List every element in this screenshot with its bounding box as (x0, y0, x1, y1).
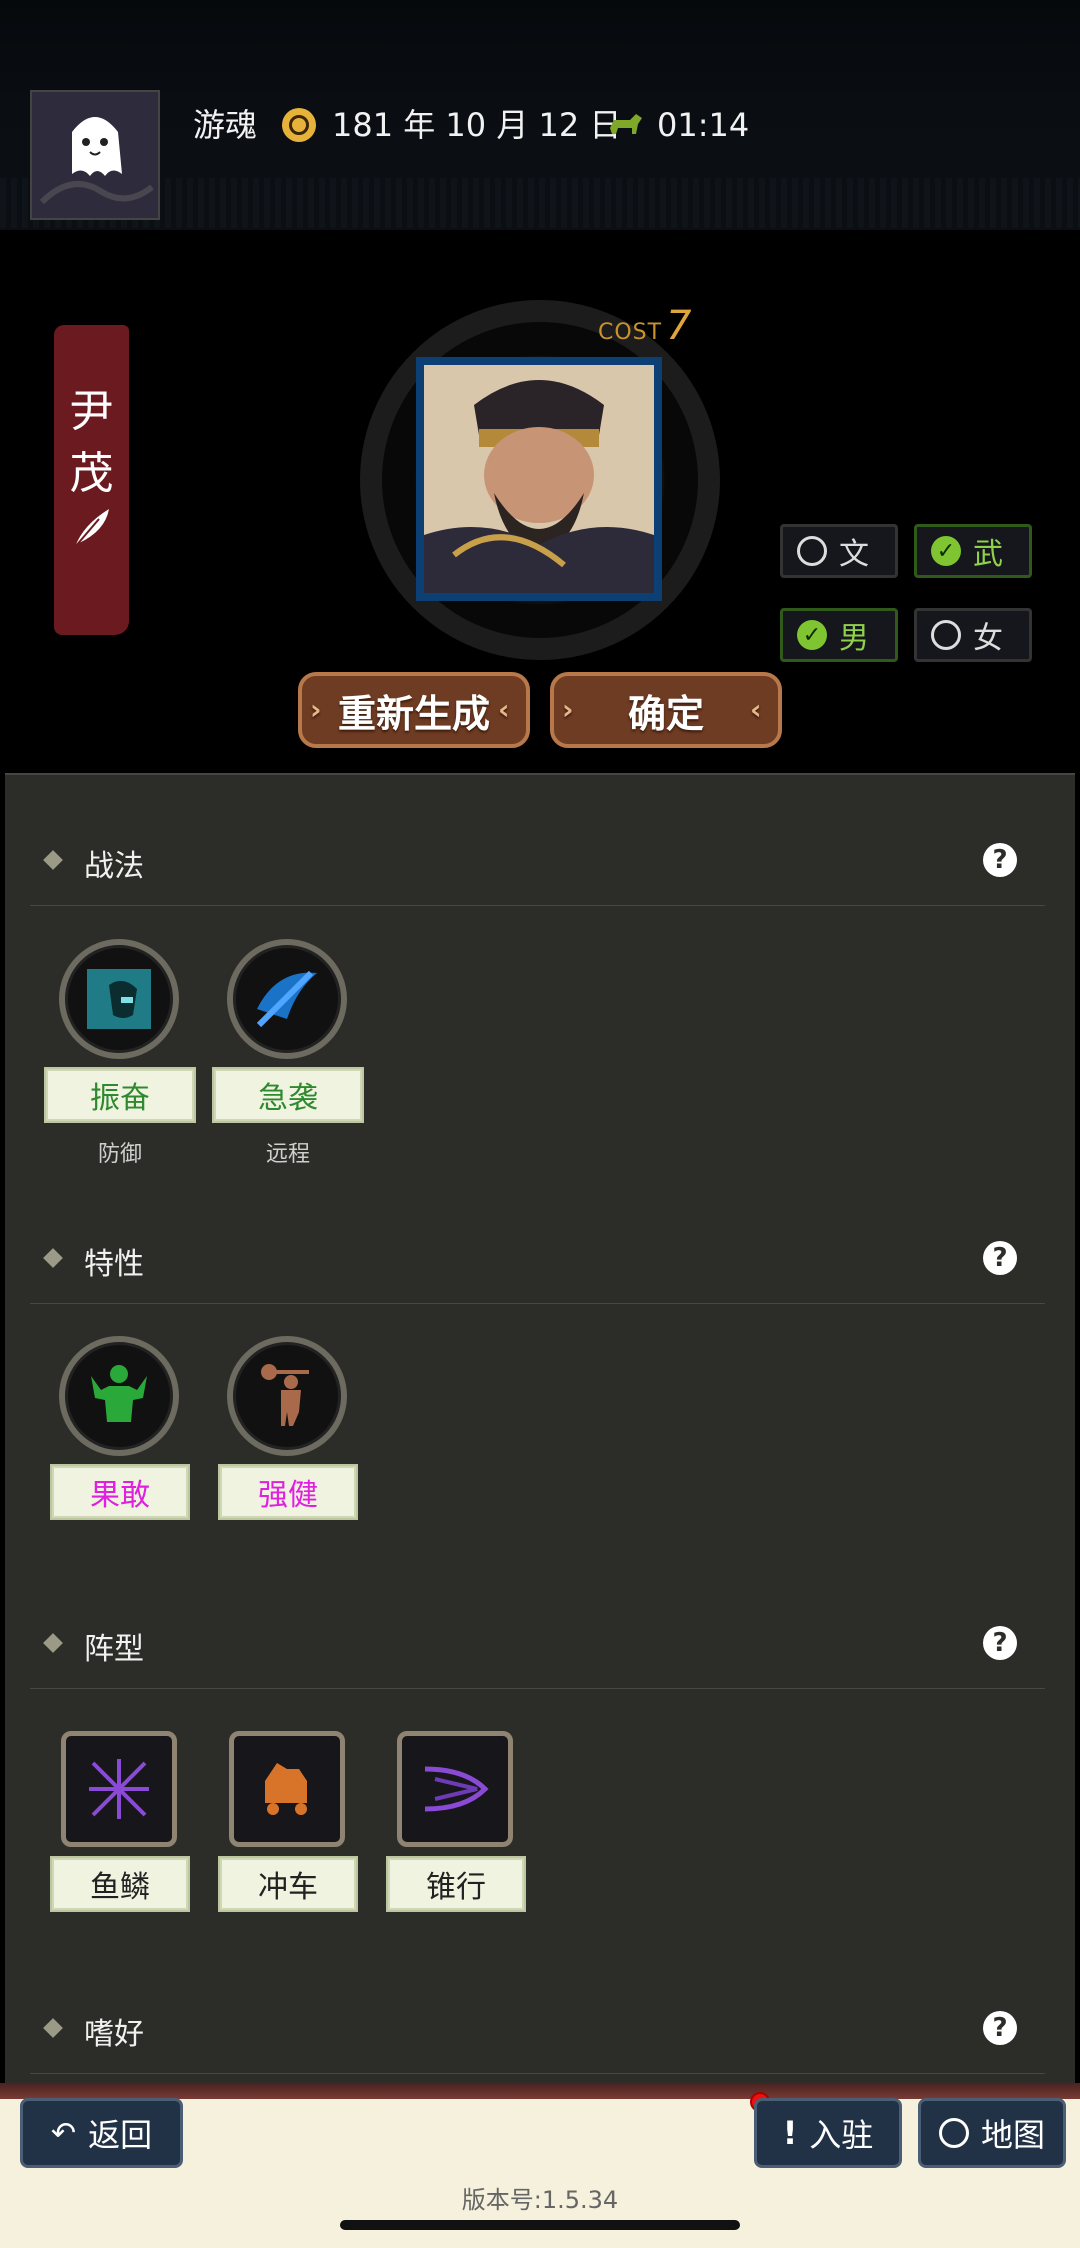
home-indicator[interactable] (340, 2220, 740, 2230)
back-label: 返回 (88, 2116, 153, 2154)
toggle-military-label: 武 (973, 537, 1003, 572)
player-avatar[interactable] (30, 90, 160, 220)
trait-label-qiangjian[interactable]: 强健 (218, 1464, 358, 1520)
formation-label-zhuixing[interactable]: 锥行 (386, 1856, 526, 1912)
character-name-banner: 尹 茂 (54, 325, 129, 635)
back-button[interactable]: ↶ 返回 (20, 2098, 183, 2168)
radio-checked-icon (797, 620, 827, 650)
section-header-tactics: 战法 ? (30, 815, 1045, 906)
undo-arrow-icon: ↶ (50, 2115, 77, 2151)
diamond-bullet-icon (43, 1248, 63, 1268)
date-text: 181 年 10 月 12 日 (332, 106, 622, 144)
radio-checked-icon (931, 536, 961, 566)
section-header-hobbies: 嗜好 ? (30, 1983, 1045, 2074)
fish-scale-formation-icon (89, 1759, 149, 1819)
general-portrait-illustration (424, 365, 654, 593)
section-title: 特性 (84, 1247, 144, 1282)
toggle-civil-label: 文 (839, 537, 869, 572)
formation-icon-chongche[interactable] (229, 1731, 345, 1847)
bottom-bar-trim (0, 2083, 1080, 2099)
exclamation-icon: ! (782, 2114, 798, 2152)
header-border-texture (0, 178, 1080, 228)
help-icon[interactable]: ? (983, 2011, 1017, 2045)
weightlifter-icon (261, 1364, 309, 1426)
chevron-right-icon: › (310, 693, 322, 726)
toggle-military[interactable]: 武 (914, 524, 1032, 578)
chevron-right-icon: › (562, 693, 574, 726)
regenerate-label: 重新生成 (337, 691, 490, 736)
shield-roar-icon (87, 969, 151, 1029)
feather-icon (74, 509, 109, 548)
toggle-male-label: 男 (839, 621, 869, 656)
diamond-bullet-icon (43, 2018, 63, 2038)
trait-icon-guogan[interactable] (59, 1336, 179, 1456)
name-char-1: 尹 (69, 386, 114, 437)
confirm-label: 确定 (627, 691, 704, 736)
character-portrait (416, 357, 662, 601)
confirm-button[interactable]: › 确定 ‹ (550, 672, 782, 748)
regenerate-button[interactable]: › 重新生成 ‹ (298, 672, 530, 748)
trait-label-guogan[interactable]: 果敢 (50, 1464, 190, 1520)
globe-icon (938, 2118, 969, 2148)
tactic-label-jixi[interactable]: 急袭 (212, 1067, 364, 1123)
station-button[interactable]: ! 入驻 (754, 2098, 902, 2168)
map-button[interactable]: 地图 (918, 2098, 1066, 2168)
battering-ram-icon (265, 1763, 307, 1815)
help-icon[interactable]: ? (983, 1626, 1017, 1660)
horse-icon (610, 114, 642, 134)
tactic-type-zhenfen: 防御 (97, 1142, 142, 1167)
section-title: 阵型 (84, 1632, 144, 1667)
station-label: 入驻 (809, 2116, 874, 2154)
time-text: 01:14 (657, 106, 750, 144)
formation-label-yulin[interactable]: 鱼鳞 (50, 1856, 190, 1912)
version-text: 版本号:1.5.34 (461, 2186, 619, 2214)
section-title: 战法 (84, 849, 144, 884)
toggle-female-label: 女 (973, 621, 1003, 656)
diamond-bullet-icon (43, 850, 63, 870)
mode-label: 游魂 (193, 106, 258, 144)
toggle-civil[interactable]: 文 (780, 524, 898, 578)
tactic-icon-jixi[interactable] (227, 939, 347, 1059)
help-icon[interactable]: ? (983, 843, 1017, 877)
help-icon[interactable]: ? (983, 1241, 1017, 1275)
ghost-avatar-icon (32, 92, 158, 218)
toggle-male[interactable]: 男 (780, 608, 898, 662)
section-header-traits: 特性 ? (30, 1213, 1045, 1304)
cost-label: COST (598, 320, 663, 345)
tactic-icon-zhenfen[interactable] (59, 939, 179, 1059)
diamond-bullet-icon (43, 1633, 63, 1653)
cost-value: 7 (666, 303, 692, 349)
radio-unchecked-icon (931, 620, 961, 650)
calendar-seal-icon (282, 108, 316, 142)
tactic-type-jixi: 远程 (265, 1142, 310, 1167)
formation-icon-zhuixing[interactable] (397, 1731, 513, 1847)
toggle-female[interactable]: 女 (914, 608, 1032, 662)
map-label: 地图 (980, 2116, 1045, 2154)
formation-icon-yulin[interactable] (61, 1731, 177, 1847)
name-char-2: 茂 (69, 448, 114, 499)
chevron-left-icon: ‹ (750, 693, 762, 726)
section-header-formations: 阵型 ? (30, 1598, 1045, 1689)
formation-label-chongche[interactable]: 冲车 (218, 1856, 358, 1912)
section-title: 嗜好 (84, 2017, 144, 2052)
trait-icon-qiangjian[interactable] (227, 1336, 347, 1456)
radio-unchecked-icon (797, 536, 827, 566)
wedge-formation-icon (424, 1766, 489, 1812)
strongman-icon (91, 1365, 147, 1422)
arrow-strike-icon (256, 970, 317, 1028)
chevron-left-icon: ‹ (498, 693, 510, 726)
tactic-label-zhenfen[interactable]: 振奋 (44, 1067, 196, 1123)
